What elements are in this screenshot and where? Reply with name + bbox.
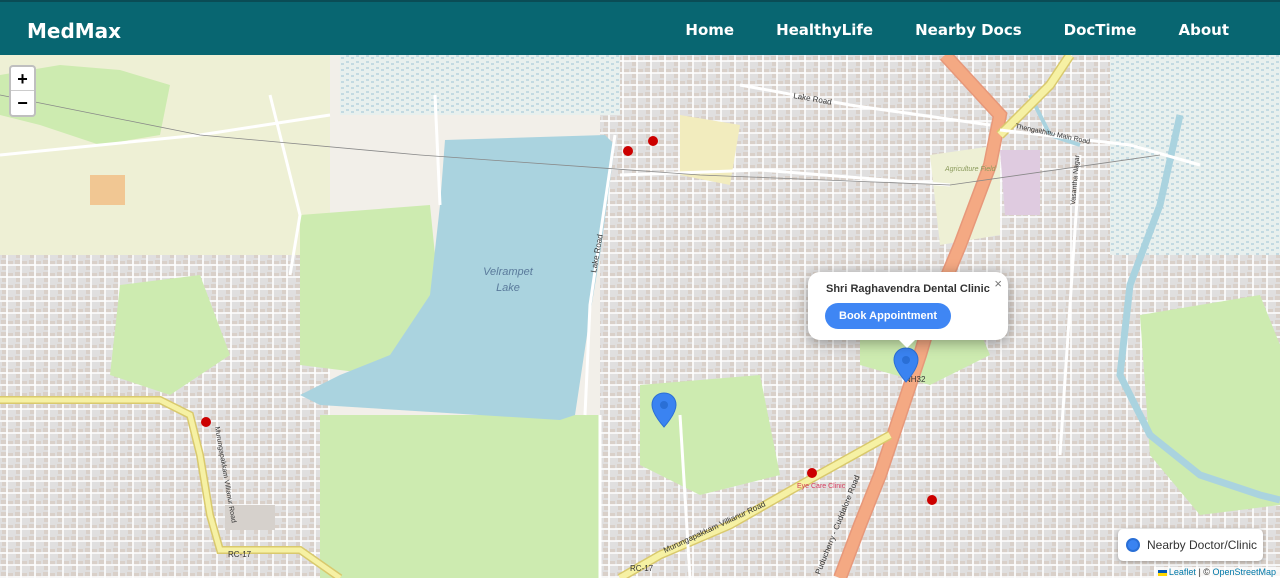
nav-healthylife[interactable]: HealthyLife <box>776 21 873 39</box>
attribution-separator: | © <box>1198 567 1210 577</box>
nav-home[interactable]: Home <box>685 21 734 39</box>
clinic-marker-icon[interactable] <box>893 347 919 383</box>
map-canvas[interactable]: Velrampet Lake Lake Road Lake Road Theng… <box>0 55 1280 578</box>
zoom-in-button[interactable]: + <box>11 67 34 91</box>
map-legend: Nearby Doctor/Clinic <box>1118 529 1263 561</box>
map-label-eye-care: Eye Care Clinic <box>797 483 846 490</box>
clinic-marker-icon[interactable] <box>651 392 677 428</box>
ukraine-flag-icon <box>1157 569 1167 576</box>
nav-doctime[interactable]: DocTime <box>1064 21 1137 39</box>
lake-label-line1: Velrampet <box>483 266 534 278</box>
map-label-agriculture: Agriculture Field <box>944 166 997 173</box>
road-label-rc17-1: RC-17 <box>228 550 252 559</box>
popup-title: Shri Raghavendra Dental Clinic <box>826 283 990 295</box>
road-label-rc17-2: RC-17 <box>630 564 654 573</box>
clinic-dot-icon <box>1126 538 1140 552</box>
map-attribution: Leaflet | © OpenStreetMap <box>1153 567 1280 578</box>
osm-link[interactable]: OpenStreetMap <box>1212 567 1276 577</box>
brand-logo[interactable]: MedMax <box>27 19 121 43</box>
zoom-control: + − <box>9 65 36 117</box>
popup-tip <box>897 338 917 348</box>
lake-label-line2: Lake <box>496 282 520 294</box>
nav-about[interactable]: About <box>1178 21 1229 39</box>
map-tiles: Velrampet Lake Lake Road Lake Road Theng… <box>0 55 1280 578</box>
clinic-popup: Shri Raghavendra Dental Clinic × Book Ap… <box>808 272 1008 348</box>
top-navbar: MedMax Home HealthyLife Nearby Docs DocT… <box>0 0 1280 55</box>
nav-links: Home HealthyLife Nearby Docs DocTime Abo… <box>643 21 1229 39</box>
zoom-out-button[interactable]: − <box>11 91 34 115</box>
close-icon[interactable]: × <box>994 276 1002 291</box>
book-appointment-button[interactable]: Book Appointment <box>825 303 951 329</box>
legend-label: Nearby Doctor/Clinic <box>1147 538 1258 552</box>
leaflet-link[interactable]: Leaflet <box>1169 567 1196 577</box>
nav-nearby-docs[interactable]: Nearby Docs <box>915 21 1022 39</box>
